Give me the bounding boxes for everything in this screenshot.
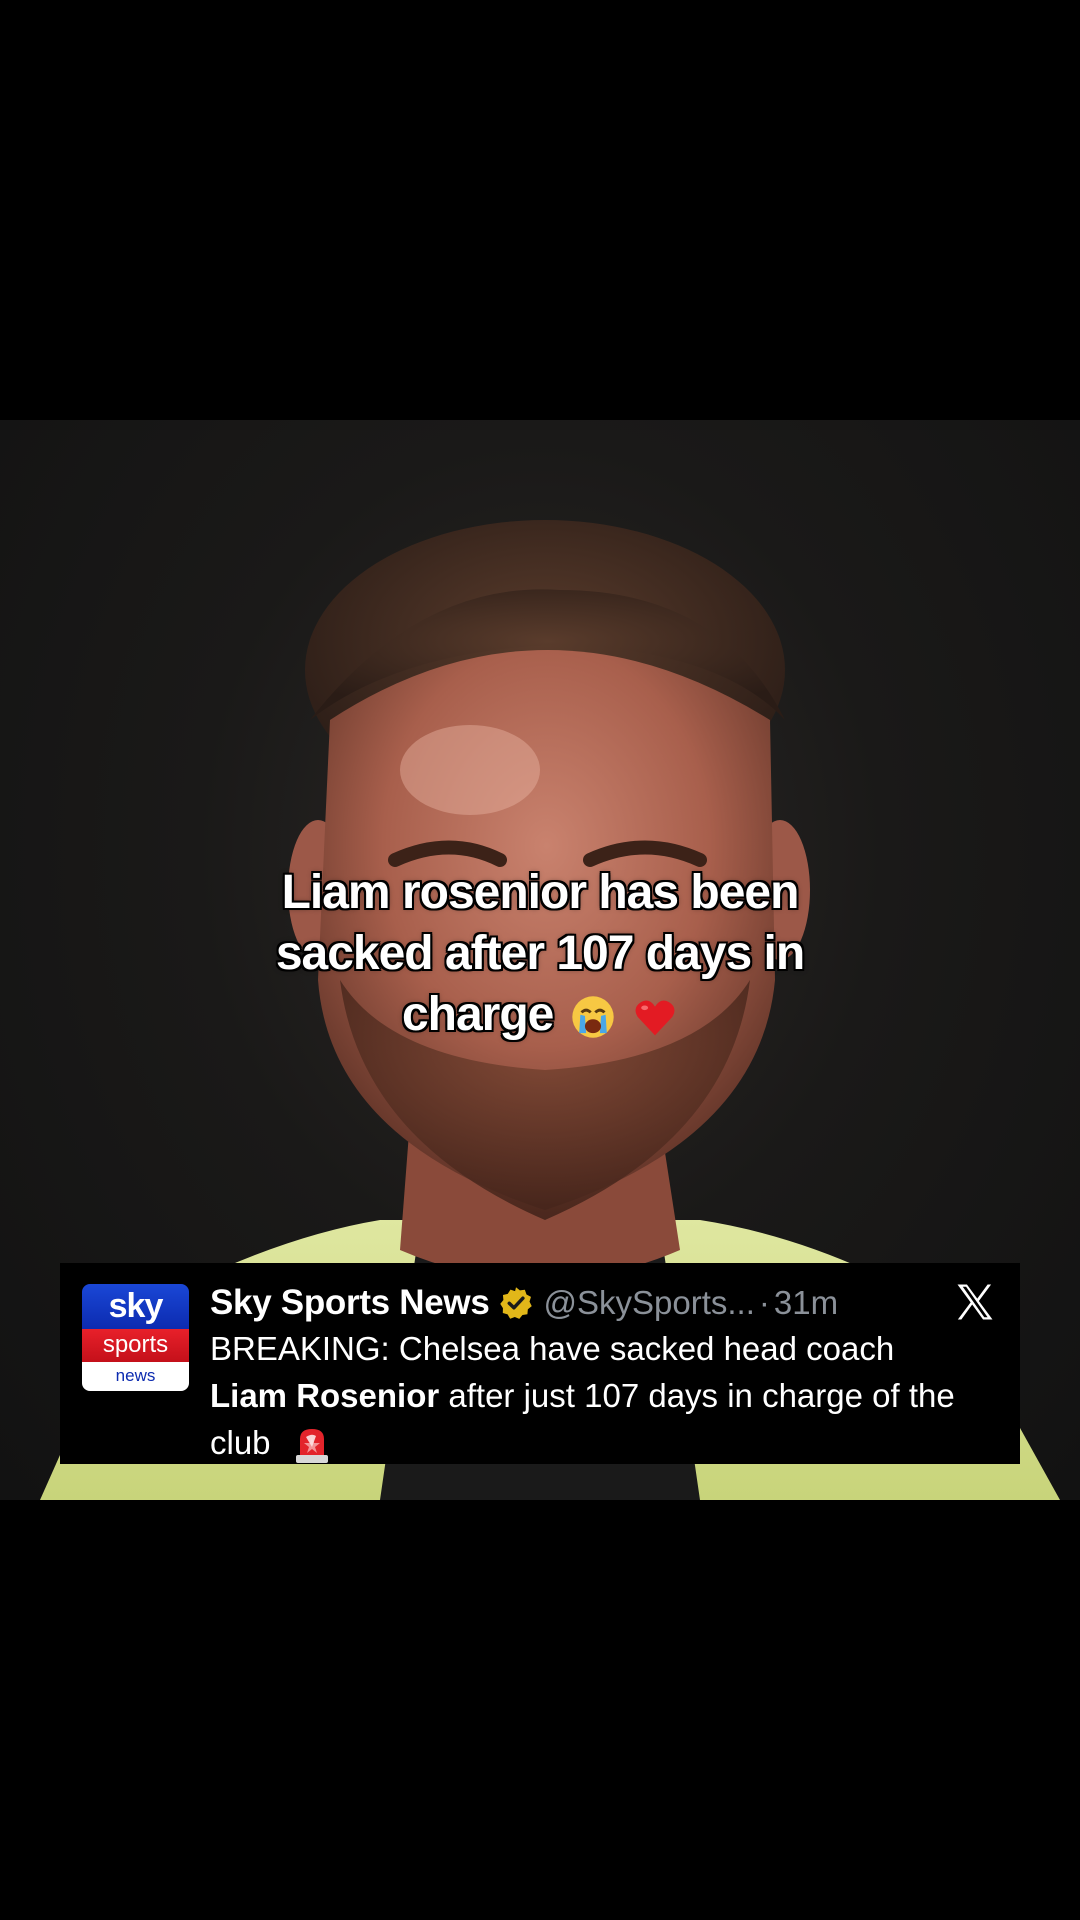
tweet-text: BREAKING: Chelsea have sacked head coach… (210, 1325, 1000, 1466)
caption-line-3: charge (190, 984, 890, 1045)
separator-dot: · (758, 1284, 770, 1321)
tweet-text-line-2: Liam Rosenior after just 107 days in cha… (210, 1372, 1000, 1466)
logo-sports-text: sports (82, 1329, 189, 1362)
caption-line-1: Liam rosenior has been (281, 866, 800, 919)
siren-emoji (295, 1429, 328, 1464)
author-handle[interactable]: @SkySports... (544, 1284, 755, 1322)
caption-line-3-text: charge (401, 988, 554, 1041)
logo-news-text: news (82, 1362, 189, 1391)
video-caption: Liam rosenior has been sacked after 107 … (190, 862, 890, 1045)
crying-face-emoji (572, 996, 614, 1039)
verified-badge-icon (499, 1287, 532, 1319)
tweet-header: Sky Sports News @SkySports... · 31m (210, 1279, 838, 1327)
x-logo-icon[interactable] (954, 1281, 996, 1323)
author-name[interactable]: Sky Sports News (210, 1283, 490, 1323)
tweet-time[interactable]: 31m (774, 1284, 838, 1322)
caption-line-2: sacked after 107 days in (275, 927, 805, 980)
tweet-text-line-1: BREAKING: Chelsea have sacked head coach (210, 1330, 895, 1367)
logo-sky-text: sky (82, 1284, 189, 1329)
tweet-text-bold-name: Liam Rosenior (210, 1377, 440, 1414)
tweet-card[interactable]: sky sports news Sky Sports News @SkySpor… (60, 1263, 1020, 1464)
red-heart-emoji (635, 1000, 675, 1036)
sky-sports-news-avatar[interactable]: sky sports news (82, 1284, 189, 1391)
